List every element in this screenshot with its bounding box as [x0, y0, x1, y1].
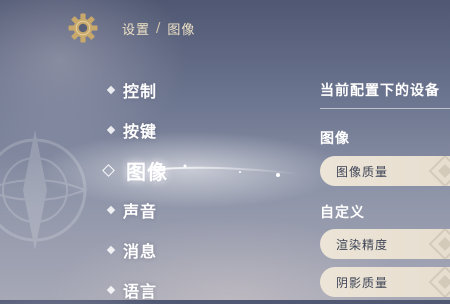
settings-panel: 当前配置下的设备 图像 图像质量 自定义 渲染精度 阴影质量: [320, 70, 450, 300]
diamond-bullet-icon: [106, 245, 116, 255]
nav-item-label: 语言: [123, 282, 158, 301]
diamond-bullet-icon: [106, 205, 116, 215]
gear-icon[interactable]: [66, 11, 100, 45]
section-title-graphics: 图像: [320, 131, 350, 147]
emblem-decoration: [0, 130, 88, 250]
diamond-outline-icon: [102, 163, 115, 177]
option-label: 渲染精度: [336, 237, 389, 252]
option-image-quality[interactable]: 图像质量: [320, 156, 450, 186]
breadcrumb-separator: /: [156, 20, 162, 36]
option-render-resolution[interactable]: 渲染精度: [320, 229, 450, 259]
section-title-custom: 自定义: [320, 205, 365, 221]
nav-item-controls[interactable]: 控制: [106, 76, 158, 104]
ornament-pattern-icon: [428, 267, 450, 297]
settings-header: 设置 / 图像: [66, 10, 195, 46]
nav-item-label: 图像: [126, 159, 168, 184]
breadcrumb: 设置 / 图像: [122, 19, 195, 38]
diamond-bullet-icon: [106, 125, 116, 135]
breadcrumb-parent[interactable]: 设置: [122, 19, 150, 38]
breadcrumb-current: 图像: [167, 22, 196, 38]
nav-item-label: 声音: [123, 202, 158, 221]
sparkle-glow-decoration: [150, 164, 300, 177]
ornament-pattern-icon: [428, 156, 450, 186]
nav-item-keybinds[interactable]: 按键: [106, 116, 158, 144]
diamond-bullet-icon: [106, 85, 116, 95]
nav-item-label: 控制: [123, 82, 158, 101]
nav-item-messages[interactable]: 消息: [106, 236, 158, 264]
nav-item-label: 消息: [123, 242, 158, 261]
ornament-pattern-icon: [428, 229, 450, 259]
option-shadow-quality[interactable]: 阴影质量: [320, 267, 450, 297]
option-label: 阴影质量: [336, 275, 389, 290]
panel-title: 当前配置下的设备: [320, 83, 440, 99]
nav-item-audio[interactable]: 声音: [106, 196, 158, 224]
option-label: 图像质量: [336, 164, 389, 179]
nav-item-graphics[interactable]: 图像: [102, 156, 168, 184]
diamond-bullet-icon: [106, 285, 116, 295]
panel-divider: [320, 108, 450, 109]
nav-item-label: 按键: [123, 122, 158, 141]
